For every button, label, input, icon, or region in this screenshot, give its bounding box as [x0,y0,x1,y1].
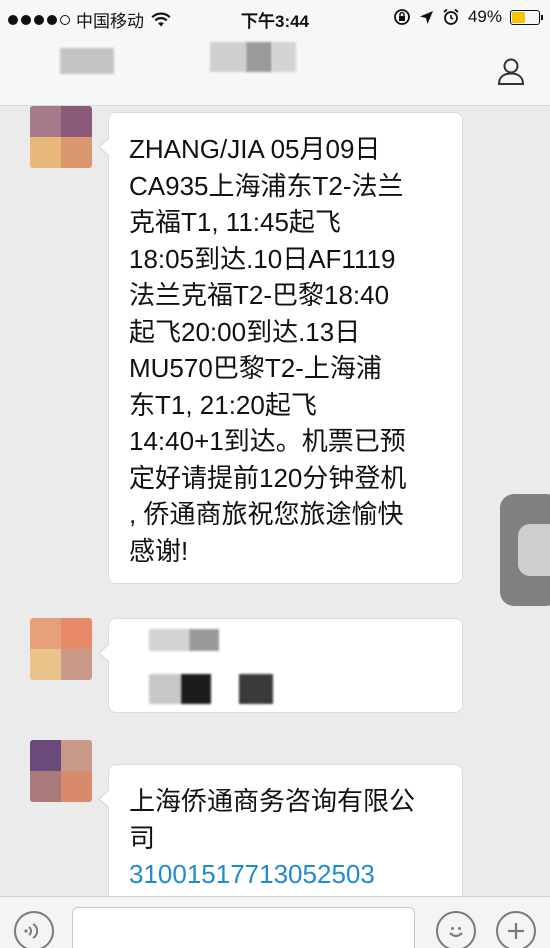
message-bubble[interactable]: ZHANG/JIA 05月09日 CA935上海浦东T2-法兰 克福T1, 11… [98,112,463,584]
rotation-lock-icon [394,9,410,25]
chat-header [0,36,550,106]
chat-area[interactable]: ZHANG/JIA 05月09日 CA935上海浦东T2-法兰 克福T1, 11… [0,106,550,914]
emoji-icon[interactable] [436,911,476,948]
person-icon[interactable] [496,56,526,86]
message-text[interactable]: 上海侨通商务咨询有限公 司 [109,765,462,856]
message-text[interactable]: ZHANG/JIA 05月09日 CA935上海浦东T2-法兰 克福T1, 11… [109,113,462,569]
status-right: 49% [393,7,543,27]
alarm-icon [443,8,459,25]
message-link[interactable]: 31001517713052503 [109,856,462,893]
message-bubble[interactable]: 上海侨通商务咨询有限公 司 31001517713052503 [98,764,463,914]
obscured-content [149,629,189,651]
obscured-content [181,674,211,704]
message-input[interactable] [72,907,415,948]
location-icon [419,10,433,24]
obscured-content [189,629,219,651]
obscured-content [149,674,181,704]
input-bar [0,896,550,948]
battery-fill [512,11,525,23]
battery-icon [510,9,543,25]
obscured-title-block [60,48,114,74]
assistive-touch-icon [518,524,550,576]
voice-icon[interactable] [14,911,54,948]
avatar[interactable] [30,618,92,680]
obscured-title-block [210,42,246,72]
obscured-title-block [246,42,272,72]
obscured-title-block [272,42,296,72]
avatar[interactable] [30,106,92,168]
assistive-touch-button[interactable] [500,494,550,606]
obscured-message-bubble[interactable] [98,618,463,713]
avatar[interactable] [30,740,92,802]
status-bar: 中国移动 下午3:44 49% [0,0,550,36]
battery-percent: 49% [467,7,502,26]
obscured-content [239,674,273,704]
plus-icon[interactable] [496,911,536,948]
